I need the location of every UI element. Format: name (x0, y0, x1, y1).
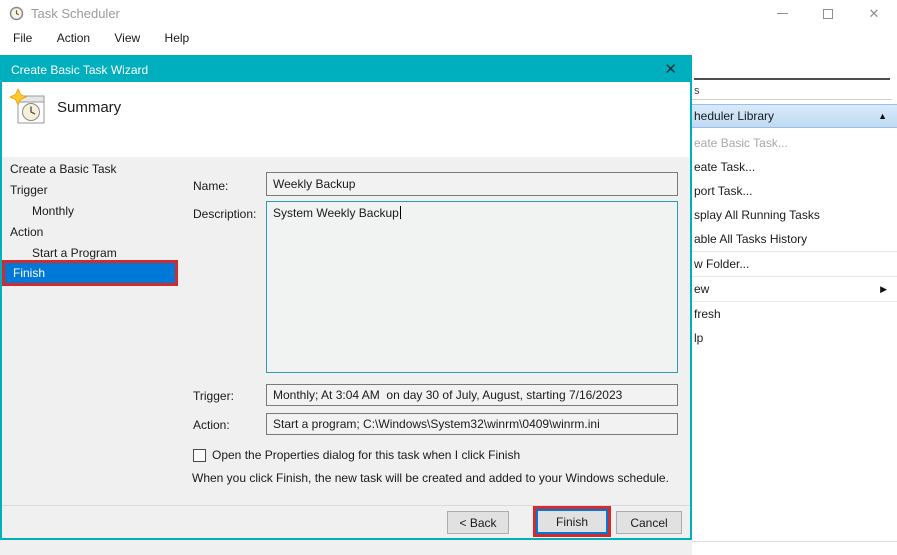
group-label: heduler Library (694, 109, 775, 123)
window-titlebar: Task Scheduler ✕ (0, 0, 897, 27)
step-monthly[interactable]: Monthly (2, 201, 192, 222)
action-label: Action: (193, 418, 230, 432)
clock-icon (9, 6, 24, 21)
window-background (0, 540, 692, 555)
create-basic-task-wizard-dialog: Create Basic Task Wizard ✕ Summary Creat… (0, 55, 692, 540)
menu-view[interactable]: View (110, 28, 144, 48)
name-value: Weekly Backup (273, 177, 356, 191)
trigger-label: Trigger: (193, 389, 234, 403)
name-label: Name: (193, 179, 229, 193)
action-display-all-running-tasks[interactable]: splay All Running Tasks (692, 203, 897, 227)
action-enable-all-tasks-history[interactable]: able All Tasks History (692, 227, 897, 251)
actions-panel: s heduler Library ▲ eate Basic Task... e… (692, 55, 897, 555)
dialog-titlebar[interactable]: Create Basic Task Wizard ✕ (2, 57, 690, 82)
back-button[interactable]: < Back (447, 511, 509, 534)
maximize-icon (823, 8, 833, 19)
step-create-a-basic-task[interactable]: Create a Basic Task (2, 159, 192, 180)
dialog-title: Create Basic Task Wizard (11, 62, 149, 77)
dialog-step-title: Summary (57, 99, 122, 116)
task-wizard-icon (9, 88, 47, 131)
submenu-arrow-icon: ▶ (880, 284, 887, 294)
menu-action[interactable]: Action (53, 28, 94, 48)
description-input[interactable]: System Weekly Backup (266, 201, 678, 373)
panel-header-divider (692, 99, 892, 100)
action-view[interactable]: ew ▶ (692, 277, 897, 301)
cancel-button[interactable]: Cancel (616, 511, 682, 534)
maximize-button[interactable] (805, 0, 851, 27)
trigger-summary-field: Monthly; At 3:04 AM on day 30 of July, A… (266, 384, 678, 406)
description-value: System Weekly Backup (273, 206, 399, 220)
close-icon: ✕ (868, 5, 880, 21)
name-input[interactable]: Weekly Backup (266, 172, 678, 196)
dialog-close-icon[interactable]: ✕ (660, 62, 681, 77)
trigger-value: Monthly; At 3:04 AM on day 30 of July, A… (273, 388, 623, 402)
action-create-basic-task: eate Basic Task... (694, 136, 788, 150)
menu-file[interactable]: File (9, 28, 36, 48)
text-caret (399, 206, 401, 219)
minimize-icon (776, 13, 788, 14)
action-help[interactable]: lp (692, 326, 897, 350)
actions-header-fragment: s (694, 85, 700, 97)
action-new-folder[interactable]: w Folder... (692, 252, 897, 276)
open-properties-checkbox-row: Open the Properties dialog for this task… (193, 448, 520, 462)
panel-divider (692, 541, 897, 542)
action-value: Start a program; C:\Windows\System32\win… (273, 417, 600, 431)
close-button[interactable]: ✕ (851, 0, 897, 27)
panel-divider (694, 78, 890, 80)
action-create-task[interactable]: eate Task... (692, 155, 897, 179)
action-refresh[interactable]: fresh (692, 302, 897, 326)
description-label: Description: (193, 207, 257, 221)
menu-bar: File Action View Help (0, 28, 897, 50)
open-properties-checkbox-label: Open the Properties dialog for this task… (212, 448, 521, 462)
step-trigger[interactable]: Trigger (2, 180, 192, 201)
dialog-body: Create a Basic Task Trigger Monthly Acti… (2, 157, 690, 538)
task-scheduler-window: Task Scheduler ✕ File Action View Help s… (0, 0, 897, 555)
finish-button[interactable]: Finish (536, 509, 608, 534)
minimize-button[interactable] (759, 0, 805, 27)
menu-help[interactable]: Help (161, 28, 194, 48)
dialog-header: Summary (2, 82, 690, 157)
wizard-steps: Create a Basic Task Trigger Monthly Acti… (2, 159, 192, 286)
finish-button-annotation-box: Finish (533, 506, 611, 537)
finish-note: When you click Finish, the new task will… (192, 471, 669, 485)
window-controls: ✕ (759, 0, 897, 27)
collapse-arrow-icon[interactable]: ▲ (878, 111, 887, 121)
step-finish[interactable]: Finish (5, 263, 175, 283)
open-properties-checkbox[interactable] (193, 448, 206, 462)
actions-group-scheduler-library[interactable]: heduler Library ▲ (692, 104, 897, 128)
action-view-label: ew (694, 282, 710, 296)
action-import-task[interactable]: port Task... (692, 179, 897, 203)
step-action[interactable]: Action (2, 222, 192, 243)
action-summary-field: Start a program; C:\Windows\System32\win… (266, 413, 678, 435)
window-title: Task Scheduler (31, 6, 120, 21)
actions-list: eate Basic Task... eate Task... port Tas… (692, 131, 897, 350)
